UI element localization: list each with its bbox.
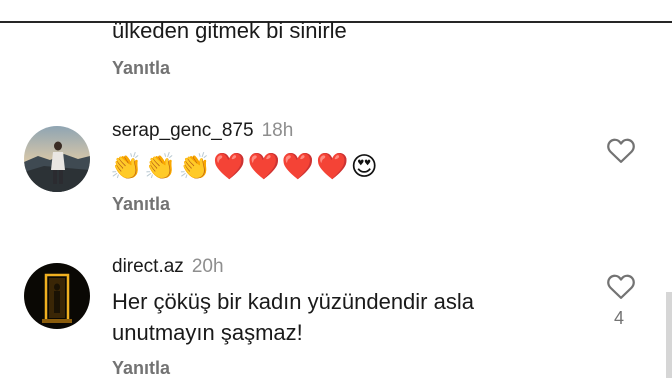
username[interactable]: serap_genc_875 bbox=[112, 120, 254, 141]
like-count: 4 bbox=[614, 308, 625, 328]
timestamp: 20h bbox=[191, 256, 224, 277]
heart-eyes-emoji: 😍 bbox=[350, 151, 378, 181]
clap-emoji: 👏 bbox=[144, 151, 177, 181]
timestamp: 18h bbox=[261, 120, 294, 141]
comment-text: Her çöküş bir kadın yüzündendir asla unu… bbox=[112, 286, 474, 348]
heart-emoji: ❤️ bbox=[213, 151, 246, 181]
heart-emoji: ❤️ bbox=[247, 151, 280, 181]
comment-header: direct.az 20h bbox=[112, 256, 224, 278]
comment-text-line: unutmayın şaşmaz! bbox=[112, 320, 303, 345]
avatar-photo bbox=[24, 263, 90, 329]
scrollbar[interactable] bbox=[666, 292, 672, 378]
previous-comment-text: ülkeden gitmek bi sinirle bbox=[112, 18, 347, 43]
clap-emoji: 👏 bbox=[110, 151, 143, 181]
avatar-photo bbox=[24, 126, 90, 192]
heart-emoji: ❤️ bbox=[281, 151, 315, 181]
heart-outline-icon[interactable] bbox=[606, 272, 636, 300]
comment-text-line: Her çöküş bir kadın yüzündendir asla bbox=[112, 289, 474, 314]
reply-button[interactable]: Yanıtla bbox=[112, 358, 170, 379]
username[interactable]: direct.az bbox=[112, 256, 184, 277]
heart-emoji: ❤️ bbox=[316, 151, 349, 181]
clap-emoji: 👏 bbox=[178, 151, 212, 181]
reply-button[interactable]: Yanıtla bbox=[112, 194, 170, 215]
avatar[interactable] bbox=[24, 126, 90, 192]
avatar[interactable] bbox=[24, 263, 90, 329]
comment-emoji-text: 👏 👏 👏 ❤️ ❤️ ❤️ ❤️ 😍 bbox=[110, 150, 378, 182]
reply-button[interactable]: Yanıtla bbox=[112, 58, 170, 79]
heart-outline-icon[interactable] bbox=[606, 136, 636, 164]
comment-header: serap_genc_875 18h bbox=[112, 120, 293, 142]
